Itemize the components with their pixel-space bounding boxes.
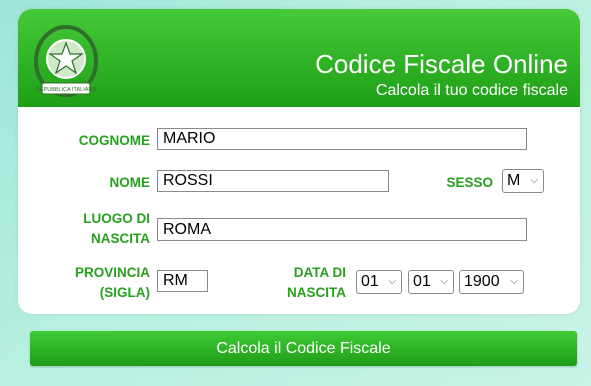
- luogo-label: LUOGO DI NASCITA: [83, 209, 150, 249]
- luogo-label-line1: LUOGO DI: [83, 211, 150, 226]
- year-select[interactable]: 1900 ⌵: [459, 270, 524, 294]
- header-banner: REPUBBLICA ITALIANA Codice Fiscale Onlin…: [18, 9, 580, 107]
- chevron-down-icon: ⌵: [530, 175, 538, 186]
- cognome-input[interactable]: [157, 128, 527, 150]
- emblem-icon: REPUBBLICA ITALIANA: [34, 25, 98, 97]
- month-value: 01: [413, 273, 431, 290]
- data-nascita-label: DATA DI NASCITA: [287, 263, 346, 303]
- nome-label: NOME: [109, 175, 151, 190]
- luogo-label-line2: NASCITA: [91, 231, 150, 246]
- cognome-label: COGNOME: [78, 133, 150, 148]
- year-value: 1900: [464, 273, 500, 290]
- luogo-input[interactable]: [157, 218, 527, 241]
- day-select[interactable]: 01 ⌵: [356, 270, 402, 294]
- page-subtitle: Calcola il tuo codice fiscale: [375, 82, 568, 99]
- chevron-down-icon: ⌵: [388, 276, 396, 287]
- provincia-label-line2: (SIGLA): [99, 285, 150, 300]
- provincia-input[interactable]: [157, 270, 208, 292]
- nome-input[interactable]: [157, 170, 389, 192]
- data-label-line1: DATA DI: [293, 265, 346, 280]
- page-title: Codice Fiscale Online: [315, 49, 568, 79]
- provincia-label-line1: PROVINCIA: [74, 265, 150, 280]
- calcola-button[interactable]: Calcola il Codice Fiscale: [30, 331, 577, 366]
- data-label-line2: NASCITA: [287, 285, 346, 300]
- form-card: REPUBBLICA ITALIANA Codice Fiscale Onlin…: [18, 9, 580, 314]
- provincia-label: PROVINCIA (SIGLA): [75, 263, 150, 303]
- month-select[interactable]: 01 ⌵: [408, 270, 454, 294]
- chevron-down-icon: ⌵: [510, 276, 518, 287]
- chevron-down-icon: ⌵: [440, 276, 448, 287]
- sesso-select[interactable]: M ⌵: [502, 169, 544, 193]
- day-value: 01: [361, 273, 379, 290]
- emblem-text: REPUBBLICA ITALIANA: [36, 87, 96, 93]
- sesso-value: M: [507, 172, 521, 189]
- sesso-label: SESSO: [446, 175, 493, 190]
